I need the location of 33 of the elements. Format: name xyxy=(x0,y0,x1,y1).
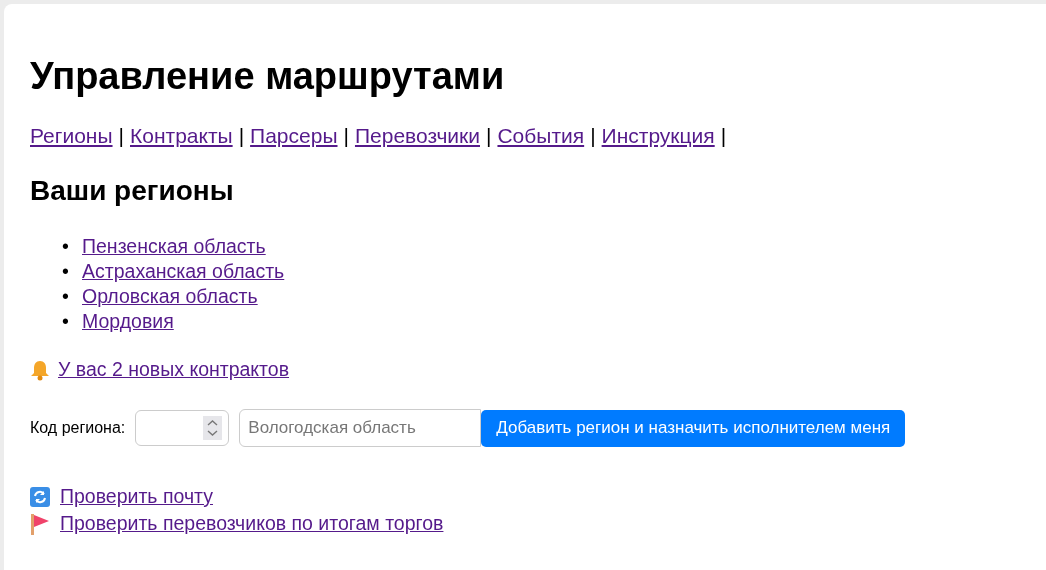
bullet: • xyxy=(62,234,70,259)
bullet: • xyxy=(62,284,70,309)
field-label: Код региона: xyxy=(30,419,126,437)
nav-separator: | xyxy=(720,124,727,148)
region-link[interactable]: Пензенская область xyxy=(82,234,266,259)
section-heading: Ваши регионы xyxy=(30,174,235,208)
refresh-icon xyxy=(30,486,50,507)
region-code-field[interactable] xyxy=(135,410,230,446)
nav-link[interactable]: Перевозчики xyxy=(354,124,480,148)
nav-link[interactable]: Инструкция xyxy=(601,124,715,148)
nav-link[interactable]: События xyxy=(497,124,585,148)
region-link[interactable]: Орловская область xyxy=(82,284,258,309)
nav-link[interactable]: Регионы xyxy=(30,124,113,148)
region-link[interactable]: Астраханская область xyxy=(82,259,285,284)
region-link[interactable]: Мордовия xyxy=(82,309,174,334)
nav-separator: | xyxy=(343,124,349,148)
action-link[interactable]: Проверить почту xyxy=(30,483,213,510)
nav-separator: | xyxy=(238,124,245,148)
contracts-link[interactable]: У вас 2 новых контрактов xyxy=(58,358,290,381)
bullet: • xyxy=(62,309,70,334)
nav-separator: | xyxy=(118,124,124,148)
nav-separator: | xyxy=(590,124,596,148)
bell-icon xyxy=(30,358,50,381)
nav-separator: | xyxy=(486,124,492,148)
page-title: Управление маршрутами xyxy=(30,54,506,98)
bullet: • xyxy=(62,259,70,284)
add-region-button[interactable]: Добавить регион и назначить исполнителем меня xyxy=(481,409,906,447)
nav-link[interactable]: Контракты xyxy=(130,124,233,148)
action-link[interactable]: Проверить перевозчиков по итогам торгов xyxy=(30,510,444,537)
region-name-field[interactable]: Вологодская область xyxy=(239,409,482,447)
spinner-icon[interactable] xyxy=(203,416,223,440)
nav-link[interactable]: Парсеры xyxy=(250,124,338,148)
flag-icon xyxy=(30,512,50,535)
